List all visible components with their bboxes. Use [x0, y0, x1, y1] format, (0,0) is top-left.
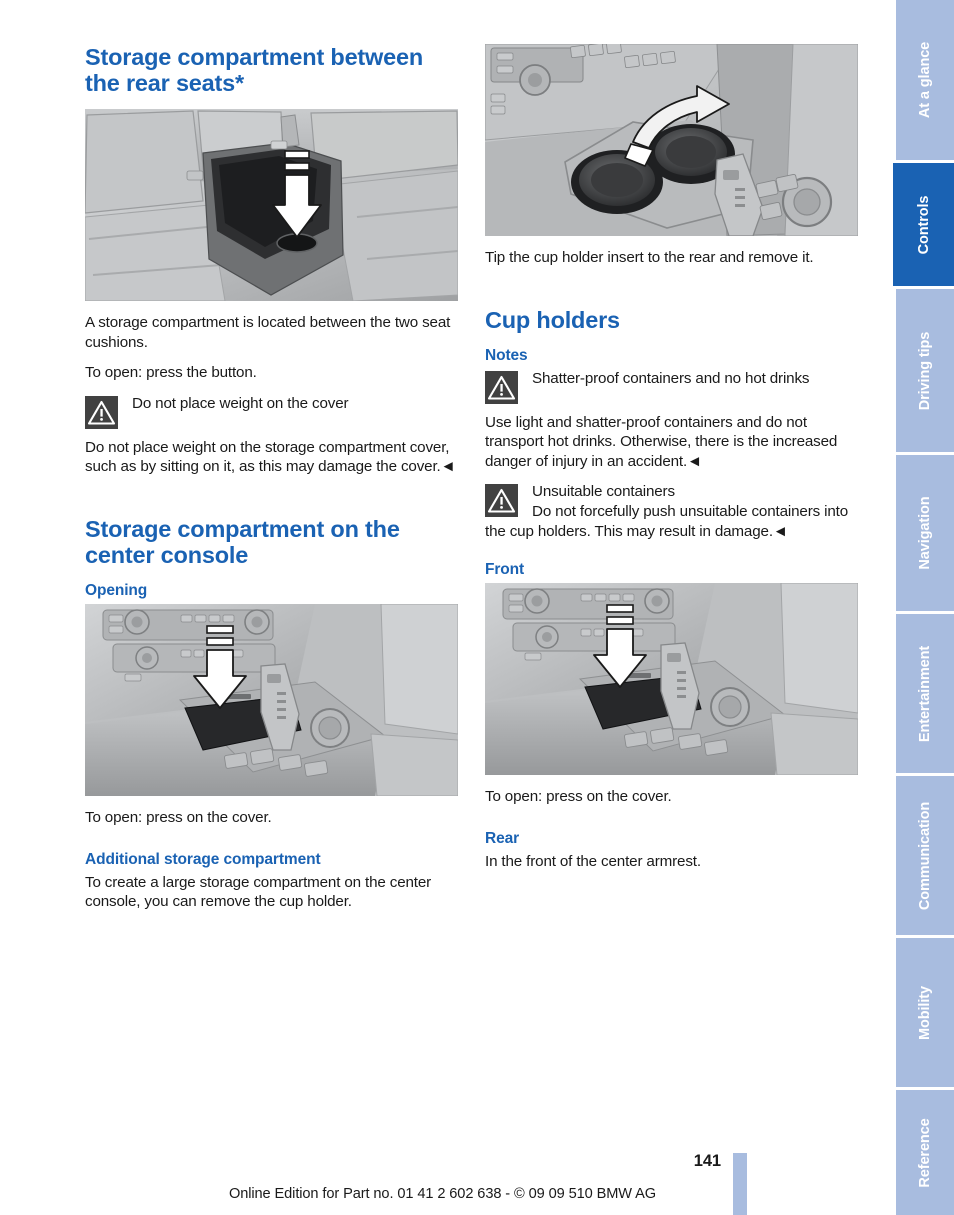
section-tab-sidebar: At a glance Controls Driving tips Naviga… — [885, 0, 954, 1215]
sidebar-tab-label: Driving tips — [917, 331, 933, 410]
warning-block-shatter-proof: Shatter-proof containers and no hot drin… — [485, 369, 858, 405]
sidebar-tab-label: Communication — [917, 801, 933, 910]
sidebar-tab-driving-tips[interactable]: Driving tips — [896, 289, 954, 452]
sidebar-tab-entertainment[interactable]: Entertainment — [896, 614, 954, 773]
paragraph-additional-storage: To create a large storage compartment on… — [85, 873, 432, 911]
paragraph-storage-located: A storage compartment is located between… — [85, 314, 451, 351]
heading-cup-holders: Cup holders — [485, 306, 620, 333]
warning-body: Do not place weight on the storage compa… — [85, 438, 456, 476]
sidebar-tab-label: Reference — [917, 1117, 933, 1188]
paragraph-to-open-cover-left: To open: press on the cover. — [85, 808, 272, 826]
warning-triangle-icon — [85, 395, 118, 429]
paragraph-to-open-button: To open: press the button. — [85, 364, 257, 382]
subheading-front: Front — [485, 561, 525, 579]
page-edge-marker — [733, 1153, 747, 1215]
subheading-additional-storage: Additional storage compartment — [85, 850, 321, 868]
figure-rear-seat-storage — [85, 109, 458, 301]
warning-triangle-icon — [485, 370, 518, 404]
sidebar-tab-mobility[interactable]: Mobility — [896, 938, 954, 1087]
sidebar-tab-label: Mobility — [917, 985, 933, 1040]
left-column: Storage compartment between the rear sea… — [85, 44, 458, 923]
sidebar-tab-at-a-glance[interactable]: At a glance — [896, 0, 954, 160]
right-column: Tip the cup holder insert to the rear an… — [485, 44, 858, 882]
sidebar-tab-label: Controls — [915, 195, 932, 254]
sidebar-tab-label: Navigation — [917, 496, 933, 570]
warning-block-unsuitable-containers: Unsuitable containers Do not forcefully … — [485, 482, 858, 541]
warning-block-weight-on-cover: Do not place weight on the cover — [85, 394, 458, 430]
paragraph-rear-armrest: In the front of the center armrest. — [485, 852, 701, 870]
sidebar-tab-reference[interactable]: Reference — [896, 1090, 954, 1215]
warning-body: Use light and shatter-proof containers a… — [485, 413, 838, 470]
figure-front-console-cover — [485, 583, 858, 776]
paragraph-to-open-cover-right: To open: press on the cover. — [485, 788, 672, 806]
sidebar-tab-label: Entertainment — [917, 645, 933, 742]
sidebar-tab-label: At a glance — [917, 41, 933, 119]
warning-body: Do not forcefully push unsuitable contai… — [485, 502, 849, 540]
warning-title: Shatter-proof containers and no hot drin… — [532, 369, 810, 387]
figure-center-console-cover — [85, 603, 458, 796]
warning-title: Unsuitable containers — [532, 483, 675, 501]
page-number: 141 — [693, 1152, 721, 1170]
subheading-rear: Rear — [485, 829, 520, 847]
warning-title: Do not place weight on the cover — [132, 394, 349, 412]
manual-page: Storage compartment between the rear sea… — [0, 0, 954, 1215]
heading-storage-center-console: Storage compartment on the center consol… — [85, 515, 400, 568]
warning-triangle-icon — [485, 484, 518, 518]
figure-cup-holder-insert — [485, 44, 858, 236]
footer-copyright-note: Online Edition for Part no. 01 41 2 602 … — [228, 1186, 657, 1202]
sidebar-tab-navigation[interactable]: Navigation — [896, 455, 954, 611]
sidebar-tab-communication[interactable]: Communication — [896, 776, 954, 935]
page-title: Storage compartment between the rear sea… — [85, 44, 424, 96]
subheading-notes: Notes — [485, 346, 528, 364]
sidebar-tab-controls[interactable]: Controls — [893, 163, 954, 286]
paragraph-tip-cup-holder: Tip the cup holder insert to the rear an… — [485, 249, 814, 266]
subheading-opening: Opening — [85, 581, 148, 599]
